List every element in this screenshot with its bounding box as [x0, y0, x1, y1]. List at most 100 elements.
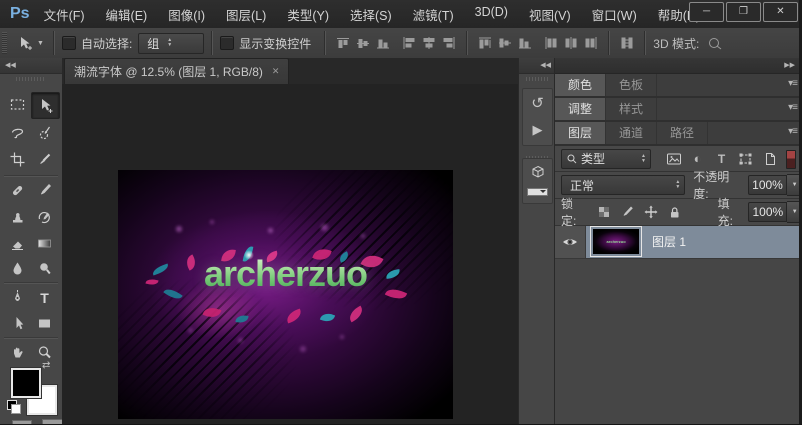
align-top-edges-icon[interactable] — [333, 33, 353, 53]
collapse-dock-icon[interactable]: ▶▶ — [555, 58, 802, 74]
menu-edit[interactable]: 编辑(E) — [106, 5, 148, 24]
align-bottom-edges-icon[interactable] — [373, 33, 393, 53]
distribute-right-edges-icon[interactable] — [581, 33, 601, 53]
menu-layer[interactable]: 图层(L) — [226, 5, 266, 24]
gradient-tool[interactable] — [31, 231, 58, 256]
default-colors-icon[interactable] — [7, 400, 20, 413]
artwork-image[interactable]: archerzuo — [118, 170, 453, 419]
clone-stamp-tool[interactable] — [4, 205, 31, 230]
menu-window[interactable]: 窗口(W) — [592, 5, 637, 24]
swap-colors-icon[interactable]: ⇄ — [42, 360, 50, 371]
3d-mode-icon[interactable] — [705, 33, 725, 53]
layer-filtering-toggle[interactable] — [786, 150, 796, 169]
history-panel-icon[interactable]: ↺ — [523, 89, 552, 116]
eyedropper-tool[interactable] — [31, 147, 58, 172]
document-tab[interactable]: 潮流字体 @ 12.5% (图层 1, RGB/8) ✕ — [64, 58, 289, 84]
filter-smart-objects-icon[interactable] — [759, 149, 780, 168]
layer-thumbnail[interactable]: archerzuo — [593, 229, 639, 254]
blur-tool[interactable] — [4, 256, 31, 281]
layer-visibility-cell[interactable] — [555, 226, 586, 258]
distribute-bottom-edges-icon[interactable] — [515, 33, 535, 53]
menu-select[interactable]: 选择(S) — [350, 5, 392, 24]
layer-name[interactable]: 图层 1 — [652, 226, 686, 258]
expand-dock-icon[interactable]: ◀◀ — [519, 58, 555, 74]
move-tool[interactable] — [31, 92, 60, 119]
rectangle-shape-tool[interactable] — [31, 311, 58, 336]
3d-panel-icon[interactable] — [523, 159, 552, 186]
tab-styles[interactable]: 样式 — [606, 98, 657, 120]
menu-type[interactable]: 类型(Y) — [287, 5, 329, 24]
crop-tool[interactable] — [4, 147, 31, 172]
align-horizontal-centers-icon[interactable] — [419, 33, 439, 53]
3d-panel-dropdown[interactable] — [527, 188, 548, 196]
tab-channels[interactable]: 通道 — [606, 122, 657, 144]
distribute-vertical-centers-icon[interactable] — [495, 33, 515, 53]
align-vertical-centers-icon[interactable] — [353, 33, 373, 53]
opacity-value-field[interactable]: 100% — [748, 175, 787, 195]
eraser-tool[interactable] — [4, 231, 31, 256]
show-transform-checkbox[interactable] — [220, 36, 234, 50]
hand-tool[interactable] — [4, 340, 31, 365]
quick-selection-tool[interactable] — [31, 120, 58, 145]
close-button[interactable]: ✕ — [763, 2, 798, 22]
align-right-edges-icon[interactable] — [439, 33, 459, 53]
distribute-spacing-icon[interactable] — [617, 33, 637, 53]
healing-brush-tool[interactable] — [4, 178, 31, 203]
lock-transparent-pixels-icon[interactable] — [594, 203, 614, 222]
auto-select-label: 自动选择: — [81, 35, 132, 52]
layer-row-selected[interactable]: archerzuo 图层 1 — [555, 226, 802, 259]
filter-pixel-layers-icon[interactable] — [663, 149, 684, 168]
menu-filter[interactable]: 滤镜(T) — [413, 5, 454, 24]
menu-image[interactable]: 图像(I) — [168, 5, 205, 24]
panel-menu-icon[interactable]: ▾≡ — [788, 127, 797, 137]
blend-mode-dropdown[interactable]: 正常 ▲▼ — [561, 175, 685, 195]
canvas-area[interactable]: archerzuo — [62, 84, 518, 425]
lasso-tool[interactable] — [4, 120, 31, 145]
minimize-button[interactable]: ─ — [689, 2, 724, 22]
preset-dropdown-arrow-icon[interactable]: ▼ — [37, 40, 44, 47]
options-bar-grip[interactable] — [2, 32, 7, 54]
move-tool-preset-icon[interactable] — [15, 33, 35, 53]
lock-position-icon[interactable] — [641, 203, 661, 222]
tools-grip[interactable] — [16, 77, 46, 81]
filter-type-layers-icon[interactable]: T — [711, 149, 732, 168]
fill-value-field[interactable]: 100% — [748, 202, 787, 222]
tab-color[interactable]: 颜色 — [555, 74, 606, 96]
close-document-icon[interactable]: ✕ — [272, 66, 280, 77]
menu-3d[interactable]: 3D(D) — [475, 5, 508, 24]
layer-filter-type-dropdown[interactable]: 类型 ▲▼ — [561, 149, 651, 169]
align-left-edges-icon[interactable] — [399, 33, 419, 53]
auto-select-checkbox[interactable] — [62, 36, 76, 50]
tab-layers[interactable]: 图层 — [555, 122, 606, 144]
lock-all-icon[interactable] — [664, 203, 684, 222]
actions-panel-icon[interactable]: ▶ — [523, 116, 552, 143]
menu-view[interactable]: 视图(V) — [529, 5, 571, 24]
distribute-horizontal-centers-icon[interactable] — [561, 33, 581, 53]
history-brush-tool[interactable] — [31, 205, 58, 230]
maximize-button[interactable]: ❐ — [726, 2, 761, 22]
foreground-color-swatch[interactable] — [11, 368, 41, 398]
panel-menu-icon[interactable]: ▾≡ — [788, 79, 797, 89]
filter-adjustment-layers-icon[interactable]: ◐ — [687, 149, 708, 168]
tool-options-bar: ▼ 自动选择: 组 ▲▼ 显示变换控件 3D 模式: — [0, 28, 802, 59]
tab-swatches[interactable]: 色板 — [606, 74, 657, 96]
tab-adjustments[interactable]: 调整 — [555, 98, 606, 120]
filter-shape-layers-icon[interactable] — [735, 149, 756, 168]
lock-image-pixels-icon[interactable] — [617, 203, 637, 222]
dock-grip[interactable] — [526, 77, 548, 81]
type-tool[interactable]: T — [31, 285, 58, 310]
rectangular-marquee-tool[interactable] — [4, 92, 31, 117]
distribute-left-edges-icon[interactable] — [541, 33, 561, 53]
pen-tool[interactable] — [4, 285, 31, 310]
lock-label: 锁定: — [561, 195, 588, 229]
tab-paths[interactable]: 路径 — [657, 122, 708, 144]
path-selection-tool[interactable] — [4, 311, 31, 336]
auto-select-target-dropdown[interactable]: 组 ▲▼ — [138, 33, 204, 54]
panel-menu-icon[interactable]: ▾≡ — [788, 103, 797, 113]
brush-tool[interactable] — [31, 178, 58, 203]
menu-file[interactable]: 文件(F) — [44, 5, 85, 24]
ps-logo: Ps — [10, 5, 30, 23]
collapse-tools-icon[interactable]: ◀◀ — [0, 58, 62, 74]
distribute-top-edges-icon[interactable] — [475, 33, 495, 53]
dodge-tool[interactable] — [31, 256, 58, 281]
